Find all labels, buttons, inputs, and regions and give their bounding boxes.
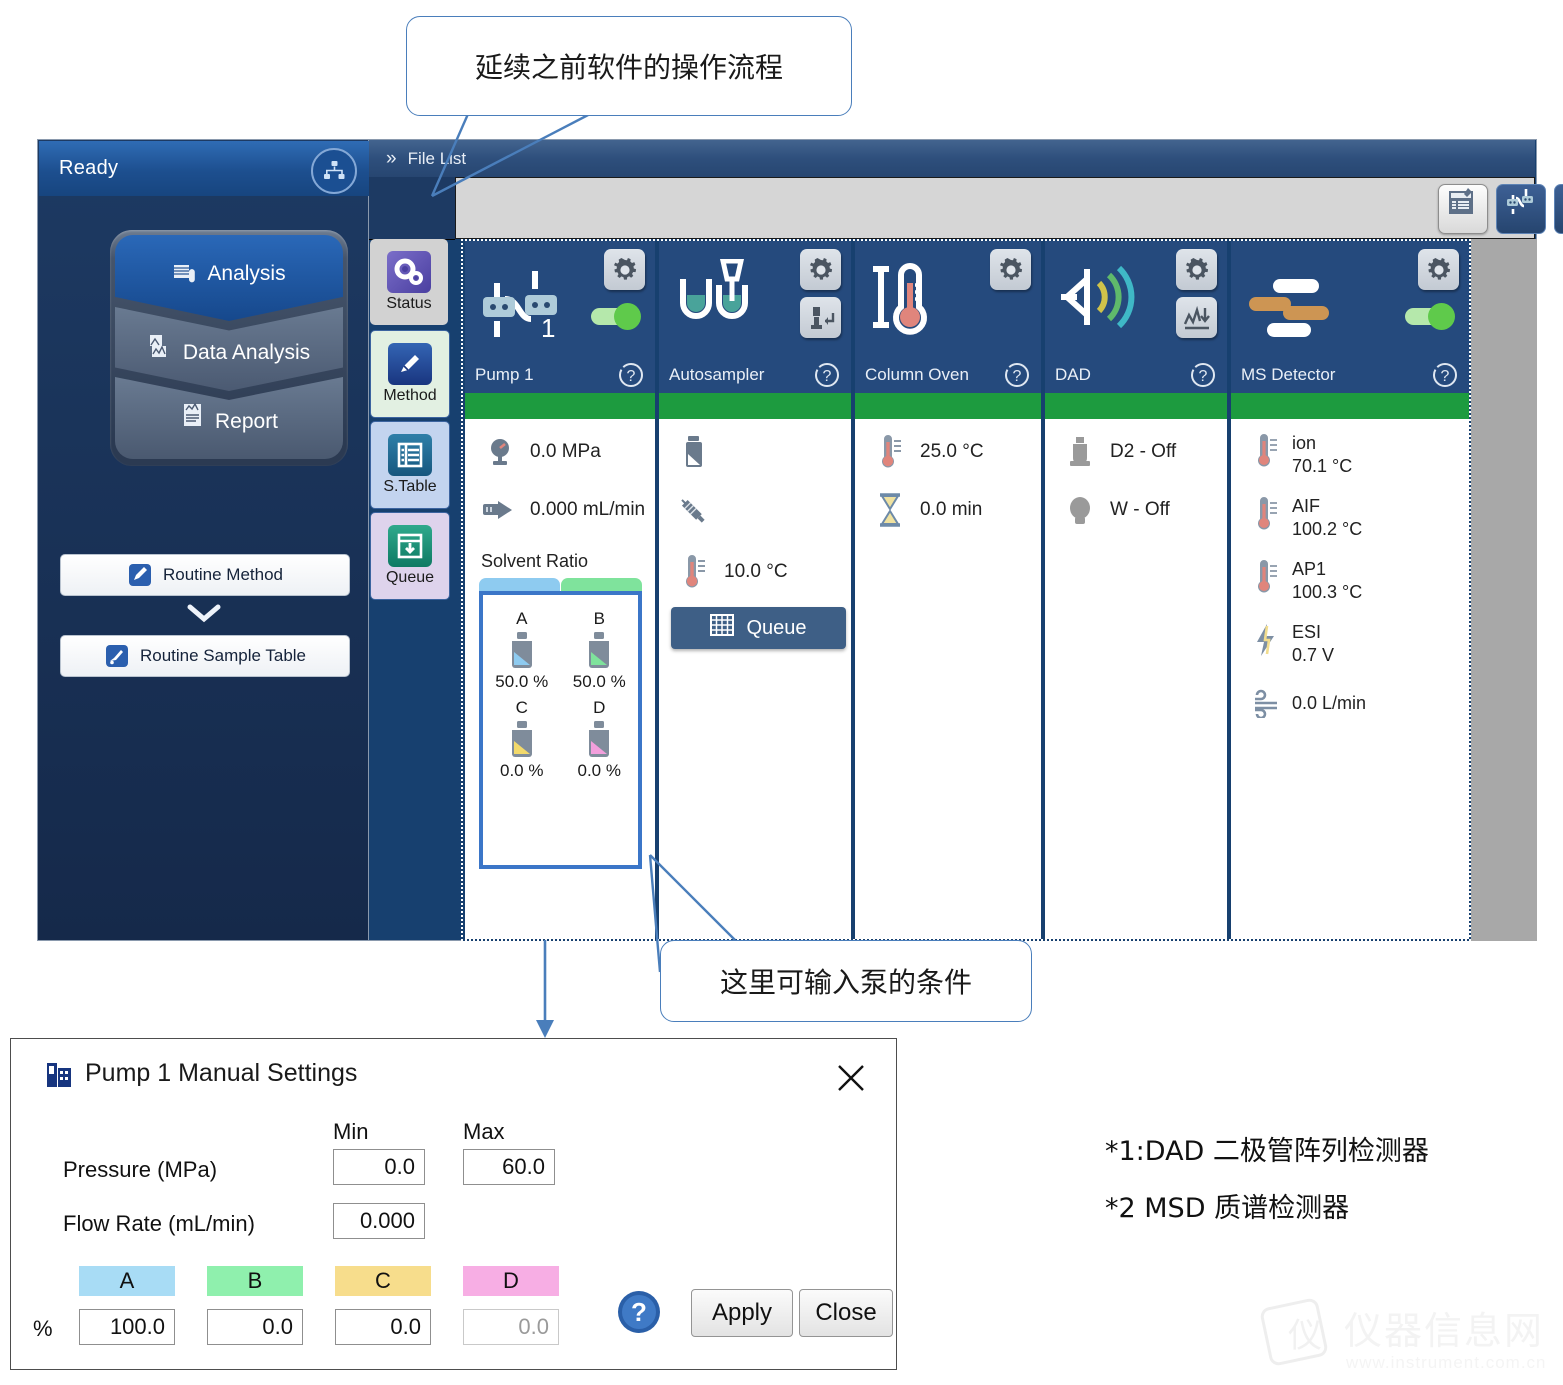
pressure-label: Pressure (MPa) [63, 1157, 218, 1182]
pressure-max-input[interactable]: 60.0 [463, 1149, 555, 1185]
callout-top-text: 延续之前软件的操作流程 [474, 51, 783, 84]
solvent-b-chip: B [207, 1266, 303, 1296]
close-icon[interactable] [834, 1061, 868, 1095]
callout-pump-text: 这里可输入泵的条件 [719, 966, 972, 999]
close-button[interactable]: Close [799, 1289, 893, 1337]
help-icon[interactable]: ? [614, 1287, 664, 1337]
callout-top-annotation: 延续之前软件的操作流程 [406, 16, 852, 116]
pressure-min-input[interactable]: 0.0 [333, 1149, 425, 1185]
column-header-max: Max [463, 1119, 505, 1144]
solvent-c-input[interactable]: 0.0 [335, 1309, 431, 1345]
svg-text:?: ? [631, 1297, 647, 1327]
pump-settings-icon [45, 1061, 75, 1089]
solvent-a-input[interactable]: 100.0 [79, 1309, 175, 1345]
pump-manual-settings-dialog: Pump 1 Manual Settings Min Max Pressure … [10, 1038, 897, 1370]
solvent-d-input: 0.0 [463, 1309, 559, 1345]
solvent-b-input[interactable]: 0.0 [207, 1309, 303, 1345]
percent-symbol: % [33, 1316, 53, 1341]
solvent-d-chip: D [463, 1266, 559, 1296]
flow-rate-input[interactable]: 0.000 [333, 1203, 425, 1239]
callout-pump-annotation: 这里可输入泵的条件 [660, 940, 1032, 1022]
apply-button[interactable]: Apply [691, 1289, 793, 1337]
dialog-title: Pump 1 Manual Settings [85, 1059, 358, 1087]
flow-rate-label: Flow Rate (mL/min) [63, 1211, 255, 1236]
solvent-c-chip: C [335, 1266, 431, 1296]
column-header-min: Min [333, 1119, 369, 1144]
solvent-a-chip: A [79, 1266, 175, 1296]
